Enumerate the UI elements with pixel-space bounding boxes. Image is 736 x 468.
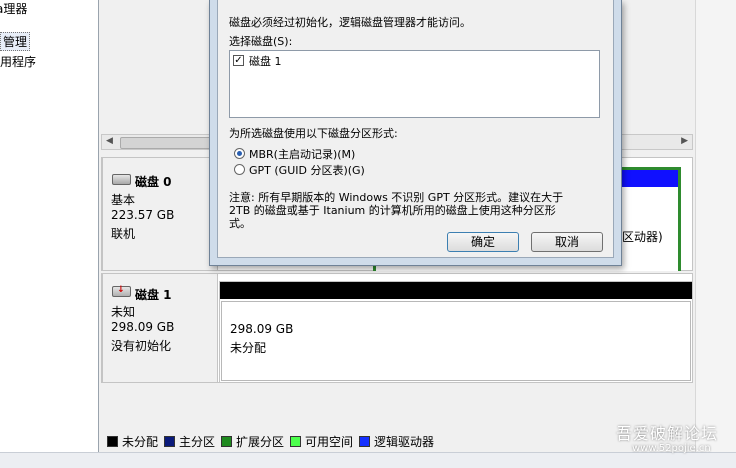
select-disk-label: 选择磁盘(S): bbox=[229, 35, 293, 48]
watermark-url: www.52pojie.cn bbox=[632, 443, 711, 454]
hard-disk-icon bbox=[112, 174, 131, 185]
dialog-body: 磁盘必须经过初始化，逻辑磁盘管理器才能访问。 选择磁盘(S): ✓ 磁盘 1 为… bbox=[217, 0, 614, 258]
tree-item-management[interactable]: 管理 bbox=[0, 32, 31, 51]
mbr-label[interactable]: MBR(主启动记录)(M) bbox=[249, 146, 355, 162]
disk1-checkbox[interactable]: ✓ bbox=[233, 55, 244, 66]
legend-free-space: 可用空间 bbox=[290, 433, 353, 450]
legend-label: 未分配 bbox=[122, 435, 159, 449]
legend-extended: 扩展分区 bbox=[221, 433, 284, 450]
disk0-size: 223.57 GB bbox=[111, 208, 175, 222]
legend-label: 主分区 bbox=[179, 435, 216, 449]
legend-bar: 未分配 主分区 扩展分区 可用空间 逻辑驱动器 bbox=[101, 429, 695, 451]
disk-listbox[interactable]: ✓ 磁盘 1 bbox=[229, 50, 600, 118]
initialize-disk-dialog: 磁盘必须经过初始化，逻辑磁盘管理器才能访问。 选择磁盘(S): ✓ 磁盘 1 为… bbox=[209, 0, 622, 266]
legend-label: 扩展分区 bbox=[236, 435, 285, 449]
disk1-unallocated-partition[interactable]: 298.09 GB 未分配 bbox=[219, 281, 693, 383]
legend-swatch bbox=[107, 436, 118, 447]
gpt-radio[interactable] bbox=[234, 164, 245, 175]
disk0-status: 联机 bbox=[111, 227, 136, 241]
uninitialized-disk-icon: ↓ bbox=[112, 285, 131, 297]
console-tree-pane: a理器 管理 用程序 bbox=[0, 0, 99, 452]
disk1-partition-status: 未分配 bbox=[230, 341, 267, 355]
disk0-partition-text: 区动器) bbox=[622, 230, 663, 244]
gpt-label[interactable]: GPT (GUID 分区表)(G) bbox=[249, 162, 365, 178]
legend-swatch bbox=[359, 436, 370, 447]
disk1-size: 298.09 GB bbox=[111, 320, 175, 334]
disk1-status: 没有初始化 bbox=[111, 339, 172, 353]
right-scroll-area[interactable] bbox=[695, 0, 736, 452]
logical-drive-bar bbox=[622, 170, 678, 187]
unallocated-bar bbox=[220, 282, 692, 299]
dialog-intro-text: 磁盘必须经过初始化，逻辑磁盘管理器才能访问。 bbox=[229, 16, 471, 29]
legend-swatch bbox=[290, 436, 301, 447]
disk1-type: 未知 bbox=[111, 305, 136, 319]
disk0-title: 磁盘 0 bbox=[135, 175, 172, 189]
disk1-partition-size: 298.09 GB bbox=[230, 322, 294, 336]
legend-swatch bbox=[164, 436, 175, 447]
legend-label: 可用空间 bbox=[305, 435, 354, 449]
note-line-2: 2TB 的磁盘或基于 Itanium 的计算机所用的磁盘上使用这种分区形 bbox=[229, 204, 556, 217]
ok-button[interactable]: 确定 bbox=[447, 232, 519, 252]
scroll-right-icon[interactable]: ▶ bbox=[681, 136, 688, 146]
watermark-text: 吾爱破解论坛 bbox=[616, 424, 719, 443]
disk1-title: 磁盘 1 bbox=[135, 288, 172, 302]
legend-logical-drive: 逻辑驱动器 bbox=[359, 433, 434, 450]
partition-style-label: 为所选磁盘使用以下磁盘分区形式: bbox=[229, 127, 398, 140]
tree-item-applications[interactable]: 用程序 bbox=[0, 53, 36, 70]
disk1-list-item[interactable]: 磁盘 1 bbox=[249, 53, 282, 69]
mbr-radio[interactable] bbox=[234, 148, 245, 159]
disk1-label-panel[interactable]: ↓ 磁盘 1 未知 298.09 GB 没有初始化 bbox=[102, 273, 218, 383]
disk1-partition-box: 298.09 GB 未分配 bbox=[221, 301, 691, 381]
note-line-3: 式。 bbox=[229, 217, 251, 230]
legend-label: 逻辑驱动器 bbox=[374, 435, 435, 449]
scroll-thumb[interactable] bbox=[120, 137, 214, 149]
legend-primary: 主分区 bbox=[164, 433, 215, 450]
cancel-button[interactable]: 取消 bbox=[531, 232, 603, 252]
disk0-label-panel[interactable]: 磁盘 0 基本 223.57 GB 联机 bbox=[102, 157, 218, 271]
legend-swatch bbox=[221, 436, 232, 447]
scroll-left-icon[interactable]: ◀ bbox=[106, 136, 113, 146]
tree-item-disk-management-partial[interactable]: a理器 bbox=[0, 0, 27, 17]
legend-unallocated: 未分配 bbox=[107, 433, 158, 450]
status-bar bbox=[0, 452, 736, 468]
disk0-type: 基本 bbox=[111, 193, 136, 207]
